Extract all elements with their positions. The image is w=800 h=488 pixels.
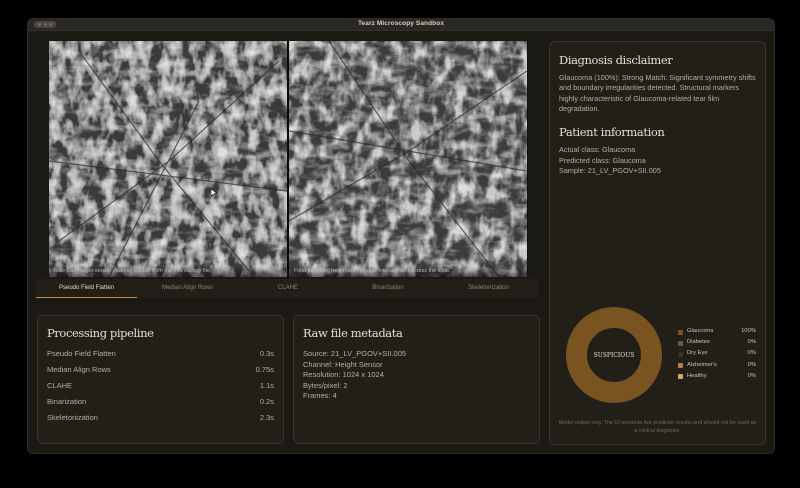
step-time: 1.1s [259,381,274,390]
raw-file-metadata-card: Raw file metadata Source: 21_LV_PGOV+SII… [293,315,540,444]
legend-swatch [678,351,683,357]
processing-pipeline-card: Processing pipeline Pseudo Field Flatten… [37,315,284,444]
chart-legend: Glaucoma 100% Diabetes 0% Dry Eye 0% Alzheimer… [678,328,756,384]
diagnosis-text: Glaucoma (100%): Strong Match: Significa… [559,73,756,114]
tab-clahe[interactable]: CLAHE [238,279,338,298]
legend-value: 0% [747,361,756,368]
legend-item: Alzheimer's 0% [678,362,756,373]
metadata-bytes-per-pixel: Bytes/pixel: 2 [303,380,348,390]
metadata-frames: Frames: 4 [303,391,337,400]
metadata-resolution: Resolution: 1024 x 1024 [303,370,384,379]
legend-value: 0% [747,350,756,357]
tab-pseudo-field-flatten[interactable]: Pseudo Field Flatten [36,279,137,298]
patient-sample: Sample: 21_LV_PGOV+SII.005 [559,166,661,175]
raw-image-panel[interactable]: Raw Cao height-sensor channel loaded fro… [49,41,287,277]
metadata-source: Source: 21_LV_PGOV+SII.005 [303,349,407,358]
legend-item: Healthy 0% [678,373,756,384]
processed-microscopy-image [289,41,527,277]
legend-item: Dry Eye 0% [678,350,756,361]
title-bar: Tearz Microscopy Sandbox [28,19,774,31]
step-time: 0.3s [259,349,274,358]
tab-binarization[interactable]: Binarization [338,279,438,298]
step-name: Median Align Rows [47,365,111,374]
pipeline-tabs: Pseudo Field Flatten Median Align Rows C… [36,279,539,298]
pipeline-step: Pseudo Field Flatten 0.3s [47,349,274,359]
raw-microscopy-image [49,41,287,277]
legend-value: 0% [747,339,756,346]
processed-image-panel[interactable]: Field flattening helps remove slow inten… [289,41,527,277]
legend-value: 100% [741,328,756,334]
tab-skeletonization[interactable]: Skeletonization [438,279,539,298]
step-time: 0.2s [259,397,274,406]
step-name: Pseudo Field Flatten [47,349,116,358]
legend-swatch [678,363,683,369]
legend-swatch [678,340,683,346]
legend-label: Glaucoma [687,328,714,334]
pipeline-title: Processing pipeline [47,326,154,340]
step-time: 2.3s [259,413,274,422]
step-name: Binarization [47,397,87,406]
diagnosis-title: Diagnosis disclaimer [559,53,673,67]
pipeline-step: Median Align Rows 0.75s [47,365,274,375]
legend-item: Diabetes 0% [678,339,756,350]
pipeline-step: Binarization 0.2s [47,397,274,407]
legend-value: 0% [747,372,756,379]
donut-center-label: SUSPICIOUS [594,352,635,359]
patient-title: Patient information [559,125,665,139]
disclaimer-footer: Model output only. The UI presents live … [558,420,757,434]
prediction-donut-chart: SUSPICIOUS [566,307,662,403]
app-window: Tearz Microscopy Sandbox Raw Cao height-… [27,18,775,454]
processed-image-caption: Field flattening helps remove slow inten… [289,266,527,277]
tab-median-align-rows[interactable]: Median Align Rows [137,279,238,298]
pipeline-step: Skeletonization 2.3s [47,413,274,423]
patient-predicted-class: Predicted class: Glaucoma [559,155,646,165]
raw-image-caption: Raw Cao height-sensor channel loaded fro… [49,266,287,277]
legend-label: Alzheimer's [687,361,717,368]
legend-swatch [678,329,683,335]
legend-swatch [678,374,683,380]
legend-item: Glaucoma 100% [678,328,756,339]
diagnosis-panel: Diagnosis disclaimer Glaucoma (100%): St… [549,41,766,445]
step-name: Skeletonization [47,413,98,422]
metadata-channel: Channel: Height Sensor [303,359,383,369]
pipeline-step: CLAHE 1.1s [47,381,274,391]
patient-actual-class: Actual class: Glaucoma [559,145,636,154]
legend-label: Dry Eye [687,350,708,357]
image-viewer: Raw Cao height-sensor channel loaded fro… [49,41,528,277]
metadata-title: Raw file metadata [303,326,403,340]
legend-label: Healthy [687,372,707,379]
app-title: Tearz Microscopy Sandbox [357,20,445,27]
legend-label: Diabetes [687,339,710,346]
step-name: CLAHE [47,381,73,390]
step-time: 0.75s [255,365,274,374]
